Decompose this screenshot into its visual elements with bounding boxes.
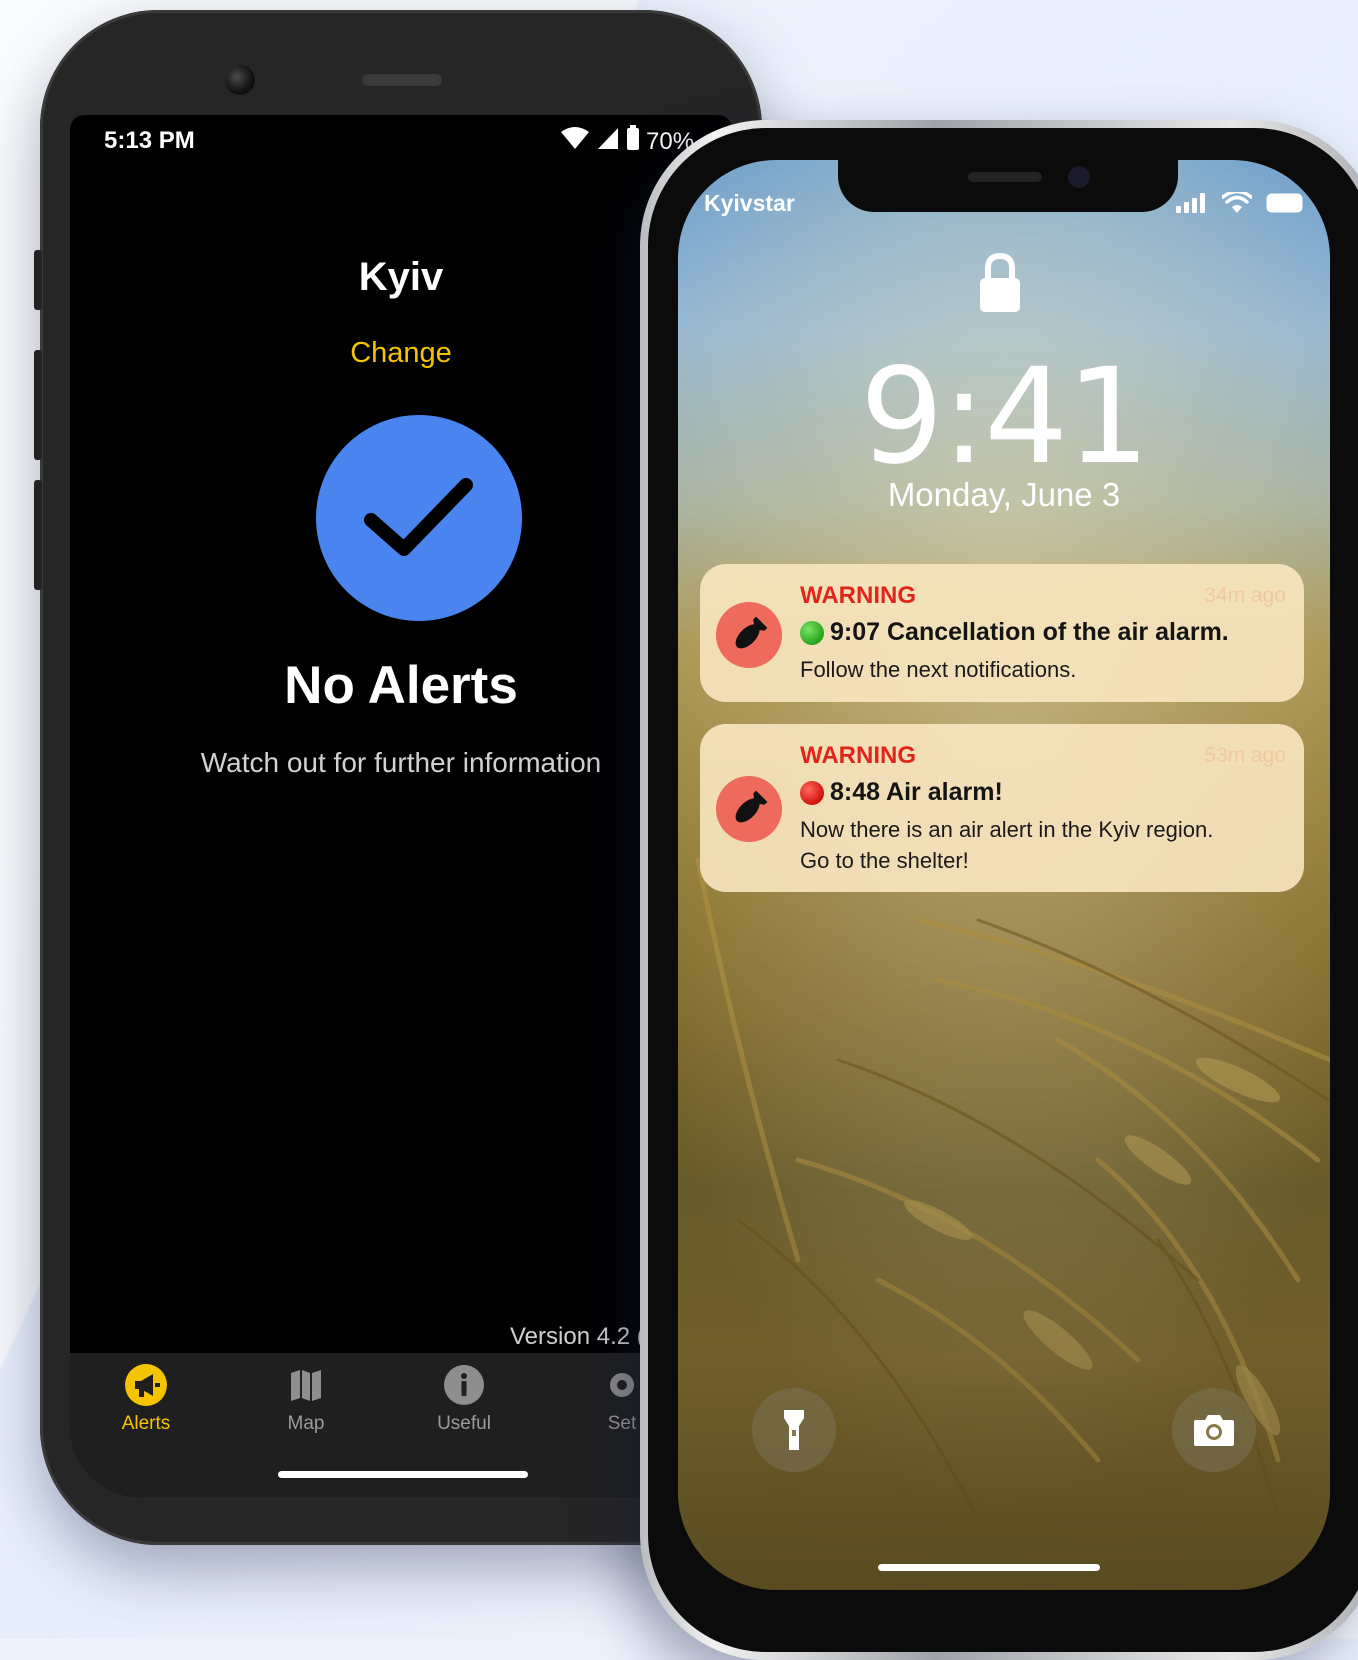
no-alerts-subtitle: Watch out for further information — [200, 747, 602, 778]
bomb-icon — [716, 602, 782, 668]
status-icons: 70% — [560, 125, 694, 158]
iphone-bezel: Kyivstar 9:41 Monday, June 3 WARNING 34m… — [648, 128, 1358, 1652]
no-alerts-heading: No Alerts — [284, 656, 518, 715]
notification-body-line: Follow the next notifications. — [800, 657, 1077, 682]
wifi-icon — [560, 126, 590, 157]
tab-useful[interactable]: Useful — [404, 1363, 524, 1435]
green-status-dot — [800, 620, 824, 645]
lock-date: Monday, June 3 — [887, 476, 1121, 513]
notification-header: WARNING — [800, 742, 916, 769]
front-camera — [1068, 166, 1090, 188]
checkmark-icon — [364, 478, 473, 556]
notification-title-row: 8:48 Air alarm! — [800, 778, 1003, 807]
status-bar: 5:13 PM 70% — [70, 115, 732, 165]
earpiece-speaker — [968, 172, 1042, 182]
notification-time: 34m ago — [1204, 584, 1286, 607]
notification-card[interactable]: WARNING 53m ago 8:48 Air alarm! Now ther… — [700, 724, 1304, 892]
lock-icon — [978, 252, 1022, 319]
notification-header: WARNING — [800, 582, 916, 609]
notification-title-row: 9:07 Cancellation of the air alarm. — [800, 618, 1229, 647]
city-name: Kyiv — [358, 255, 444, 299]
battery-icon — [626, 125, 640, 158]
carrier-label: Kyivstar — [704, 190, 795, 216]
volume-button — [34, 250, 42, 310]
bomb-icon — [716, 776, 782, 842]
camera-lens — [225, 65, 255, 95]
tab-map[interactable]: Map — [246, 1363, 366, 1435]
tab-label: Useful — [437, 1413, 491, 1434]
info-icon — [442, 1363, 486, 1407]
iphone: Kyivstar 9:41 Monday, June 3 WARNING 34m… — [640, 120, 1358, 1660]
volume-button — [34, 350, 42, 460]
lock-screen: Kyivstar 9:41 Monday, June 3 WARNING 34m… — [678, 160, 1330, 1590]
status-time: 5:13 PM — [104, 127, 195, 154]
lock-time: 9:41 — [859, 340, 1150, 494]
camera-button[interactable] — [1172, 1388, 1256, 1472]
power-button — [34, 480, 42, 590]
cell-signal-icon — [596, 126, 620, 157]
wifi-icon — [1221, 189, 1253, 219]
notification-title: 8:48 Air alarm! — [830, 778, 1003, 806]
battery-icon — [1266, 193, 1306, 218]
cell-signal-icon — [1176, 193, 1208, 218]
notification-body-line: Now there is an air alert in the Kyiv re… — [800, 817, 1214, 842]
notification-body: Now there is an air alert in the Kyiv re… — [800, 814, 1213, 876]
android-screen: 5:13 PM 70% Kyiv Change No Alerts Watch … — [70, 115, 732, 1497]
notification-time: 53m ago — [1204, 744, 1286, 767]
settings-icon — [600, 1363, 644, 1407]
notch — [838, 160, 1178, 212]
home-indicator[interactable] — [878, 1564, 1100, 1571]
home-indicator[interactable] — [278, 1471, 528, 1478]
change-city-link[interactable]: Change — [70, 337, 732, 370]
status-check-circle — [316, 415, 522, 621]
tab-label: Map — [287, 1413, 325, 1434]
notification-title: 9:07 Cancellation of the air alarm. — [830, 618, 1229, 646]
flashlight-button[interactable] — [752, 1388, 836, 1472]
red-status-dot — [800, 780, 824, 805]
tab-label: Alerts — [121, 1413, 171, 1434]
camera-icon — [1194, 1415, 1234, 1446]
notification-body: Follow the next notifications. — [800, 654, 1076, 685]
status-icons — [1176, 189, 1306, 219]
earpiece-speaker — [362, 74, 442, 86]
notification-body-line: Go to the shelter! — [800, 848, 969, 873]
megaphone-icon — [124, 1363, 168, 1407]
flashlight-icon — [784, 1410, 804, 1450]
map-icon — [284, 1363, 328, 1407]
tab-alerts[interactable]: Alerts — [86, 1363, 206, 1435]
notification-card[interactable]: WARNING 34m ago 9:07 Cancellation of the… — [700, 564, 1304, 702]
